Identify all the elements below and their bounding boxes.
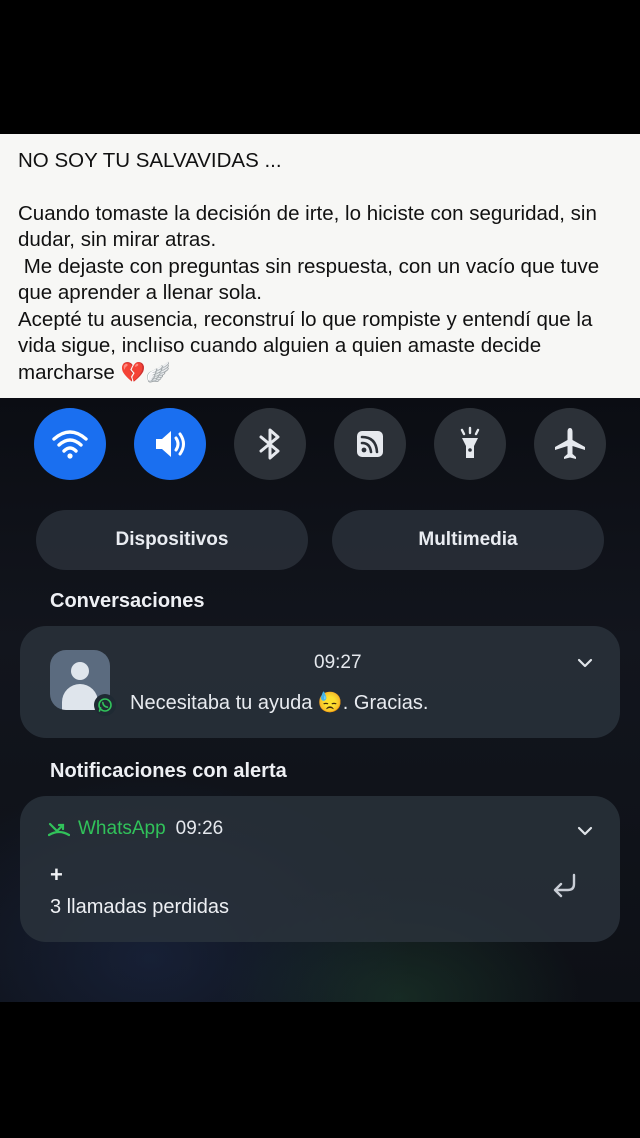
- missed-call-icon: [48, 822, 70, 837]
- cast-icon: [357, 431, 383, 457]
- media-device-row: Dispositivos Multimedia: [36, 510, 604, 570]
- bluetooth-toggle[interactable]: [234, 408, 306, 480]
- notification-time: 09:26: [175, 818, 224, 839]
- app-name: WhatsApp: [78, 818, 166, 839]
- caption-paragraph-3-text: Acepté tu ausencia, reconstruí lo que ro…: [18, 307, 599, 384]
- cast-toggle[interactable]: [334, 408, 406, 480]
- devices-button[interactable]: Dispositivos: [36, 510, 308, 570]
- whatsapp-notification[interactable]: WhatsApp 09:26 + 3 llamadas perdidas: [20, 796, 620, 942]
- notification-app-line: WhatsApp 09:26: [48, 818, 223, 840]
- conversation-time: 09:27: [314, 652, 362, 673]
- airplane-toggle[interactable]: [534, 408, 606, 480]
- caption-paragraph-1: Cuando tomaste la decisión de irte, lo h…: [18, 201, 603, 252]
- sound-icon: [156, 431, 185, 457]
- chevron-down-icon[interactable]: [576, 654, 594, 672]
- bluetooth-icon: [259, 428, 280, 460]
- caption-paragraph-3: Acepté tu ausencia, reconstruí lo que ro…: [18, 307, 622, 387]
- airplane-icon: [555, 428, 585, 459]
- flashlight-icon: [460, 426, 480, 458]
- wifi-toggle[interactable]: [34, 408, 106, 480]
- caption-title: NO SOY TU SALVAVIDAS ...: [18, 149, 282, 172]
- sound-toggle[interactable]: [134, 408, 206, 480]
- chevron-down-icon[interactable]: [576, 822, 594, 840]
- post-caption: NO SOY TU SALVAVIDAS ... Cuando tomaste …: [0, 134, 640, 398]
- caption-emoji: 💔🪽: [120, 361, 171, 384]
- conversation-message: Necesitaba tu ayuda 😓. Gracias.: [130, 692, 429, 714]
- flashlight-toggle[interactable]: [434, 408, 506, 480]
- expand-button[interactable]: +: [50, 862, 63, 888]
- conversations-header: Conversaciones: [50, 590, 205, 612]
- caption-paragraph-2: Me dejaste con preguntas sin respuesta, …: [18, 254, 605, 305]
- wifi-icon: [52, 430, 88, 459]
- whatsapp-badge-icon: [94, 694, 116, 716]
- missed-calls-text: 3 llamadas perdidas: [50, 896, 229, 918]
- media-button[interactable]: Multimedia: [332, 510, 604, 570]
- reply-icon[interactable]: [550, 870, 580, 900]
- quick-settings-row: [34, 408, 606, 480]
- notification-shade: Dispositivos Multimedia Conversaciones 0…: [0, 398, 640, 1002]
- conversation-notification[interactable]: 09:27 Necesitaba tu ayuda 😓. Gracias.: [20, 626, 620, 738]
- alerts-header: Notificaciones con alerta: [50, 760, 287, 782]
